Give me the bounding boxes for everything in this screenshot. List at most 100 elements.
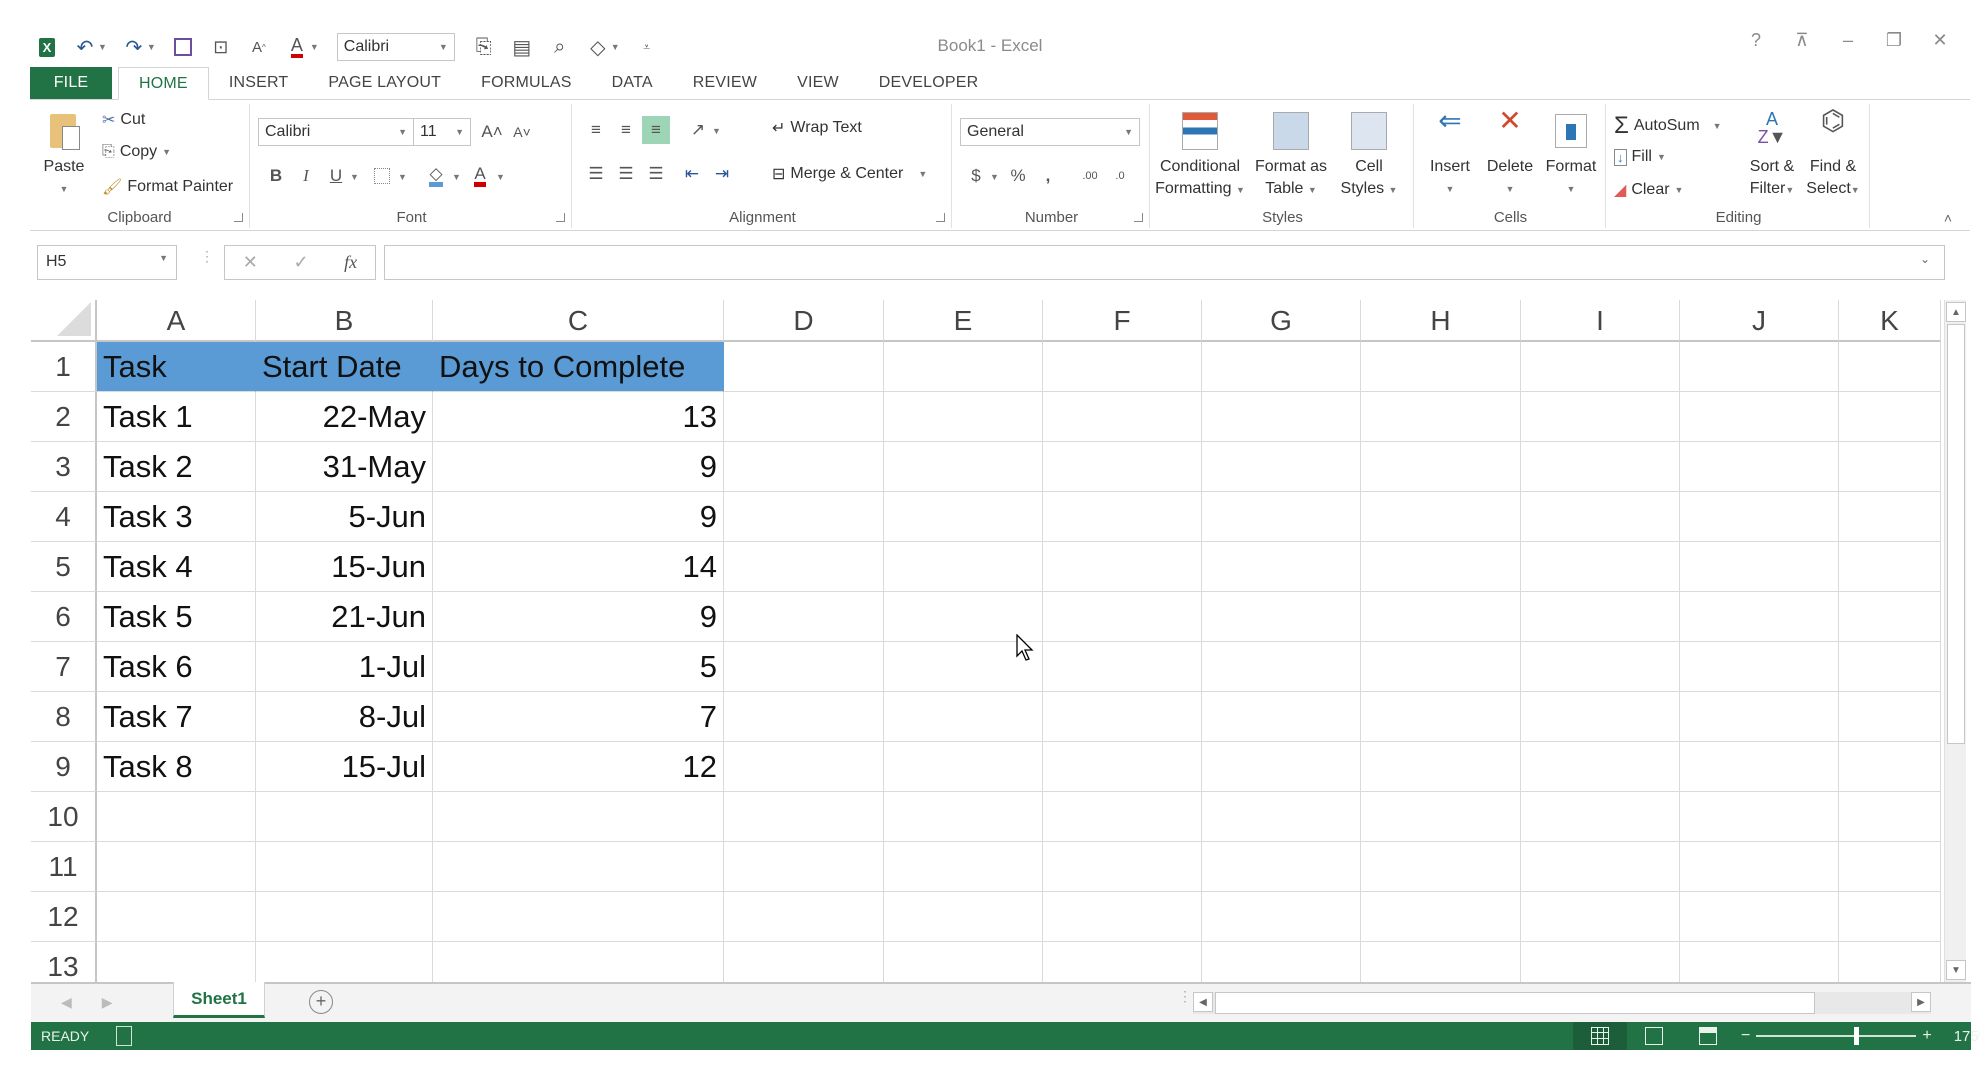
cell-f8[interactable] bbox=[1043, 692, 1202, 742]
cell-g5[interactable] bbox=[1202, 542, 1361, 592]
cell-k4[interactable] bbox=[1839, 492, 1941, 542]
expand-formula-bar-icon[interactable]: ⌄ bbox=[1920, 252, 1930, 266]
cell-e6[interactable] bbox=[884, 592, 1043, 642]
column-header-g[interactable]: G bbox=[1202, 300, 1361, 342]
cell-b10[interactable] bbox=[256, 792, 433, 842]
clipboard-launcher-icon[interactable] bbox=[234, 213, 243, 222]
name-box[interactable]: H5 ▼ bbox=[37, 245, 177, 280]
tab-data[interactable]: DATA bbox=[592, 67, 673, 99]
cell-j3[interactable] bbox=[1680, 442, 1839, 492]
cell-b4[interactable]: 5-Jun bbox=[256, 492, 433, 542]
cell-d12[interactable] bbox=[724, 892, 884, 942]
scroll-right-icon[interactable]: ▶ bbox=[1911, 992, 1931, 1012]
save-icon[interactable] bbox=[166, 32, 200, 62]
cell-g2[interactable] bbox=[1202, 392, 1361, 442]
cell-f3[interactable] bbox=[1043, 442, 1202, 492]
align-center-button[interactable]: ☰ bbox=[612, 160, 640, 188]
undo-icon[interactable]: ↶ bbox=[68, 32, 102, 62]
increase-decimal-button[interactable]: .00 bbox=[1076, 162, 1104, 190]
bold-button[interactable]: B bbox=[262, 162, 290, 190]
cell-h10[interactable] bbox=[1361, 792, 1521, 842]
cell-b1[interactable]: Start Date bbox=[256, 342, 433, 392]
copy-button[interactable]: ⎘ Copy ▼ bbox=[102, 143, 171, 161]
cell-j12[interactable] bbox=[1680, 892, 1839, 942]
row-header-13[interactable]: 13 bbox=[31, 942, 97, 982]
percent-button[interactable]: % bbox=[1004, 162, 1032, 190]
cell-b5[interactable]: 15-Jun bbox=[256, 542, 433, 592]
touch-mode-icon[interactable]: ⊡ bbox=[204, 32, 238, 62]
row-header-3[interactable]: 3 bbox=[31, 442, 97, 492]
column-header-d[interactable]: D bbox=[724, 300, 884, 342]
cancel-icon[interactable]: ✕ bbox=[243, 252, 258, 273]
cell-h9[interactable] bbox=[1361, 742, 1521, 792]
middle-align-button[interactable]: ≡ bbox=[612, 116, 640, 144]
cell-g10[interactable] bbox=[1202, 792, 1361, 842]
normal-view-button[interactable] bbox=[1573, 1022, 1627, 1050]
tab-insert[interactable]: INSERT bbox=[209, 67, 309, 99]
row-header-1[interactable]: 1 bbox=[31, 342, 97, 392]
cell-a9[interactable]: Task 8 bbox=[97, 742, 256, 792]
format-painter-button[interactable]: 🖌 Format Painter bbox=[102, 177, 233, 197]
cell-e11[interactable] bbox=[884, 842, 1043, 892]
cell-k9[interactable] bbox=[1839, 742, 1941, 792]
number-format-select[interactable]: General ▼ bbox=[960, 118, 1140, 146]
cell-f5[interactable] bbox=[1043, 542, 1202, 592]
orientation-dropdown-icon[interactable]: ▼ bbox=[712, 126, 721, 136]
font-color-icon[interactable]: A bbox=[280, 32, 314, 62]
cell-f12[interactable] bbox=[1043, 892, 1202, 942]
cell-j11[interactable] bbox=[1680, 842, 1839, 892]
cell-d10[interactable] bbox=[724, 792, 884, 842]
cell-styles-button[interactable]: Cell Styles ▼ bbox=[1332, 110, 1406, 201]
column-header-j[interactable]: J bbox=[1680, 300, 1839, 342]
cell-d11[interactable] bbox=[724, 842, 884, 892]
merge-dropdown-icon[interactable]: ▼ bbox=[918, 169, 927, 179]
row-header-10[interactable]: 10 bbox=[31, 792, 97, 842]
cell-j9[interactable] bbox=[1680, 742, 1839, 792]
attach-icon[interactable]: ⎘ bbox=[467, 32, 501, 62]
cell-f2[interactable] bbox=[1043, 392, 1202, 442]
clear-dropdown-icon[interactable]: ▼ bbox=[1675, 185, 1684, 195]
cell-h3[interactable] bbox=[1361, 442, 1521, 492]
ribbon-display-icon[interactable]: ⊼ bbox=[1792, 30, 1812, 51]
scroll-down-icon[interactable]: ▼ bbox=[1946, 960, 1966, 980]
increase-font-icon[interactable]: A ^ bbox=[242, 32, 276, 62]
cell-k11[interactable] bbox=[1839, 842, 1941, 892]
cell-i4[interactable] bbox=[1521, 492, 1680, 542]
formula-input[interactable] bbox=[384, 245, 1945, 280]
cell-k5[interactable] bbox=[1839, 542, 1941, 592]
cell-g9[interactable] bbox=[1202, 742, 1361, 792]
cell-a8[interactable]: Task 7 bbox=[97, 692, 256, 742]
decrease-decimal-button[interactable]: .0 bbox=[1106, 162, 1134, 190]
cell-b9[interactable]: 15-Jul bbox=[256, 742, 433, 792]
tab-page-layout[interactable]: PAGE LAYOUT bbox=[308, 67, 461, 99]
cell-a1[interactable]: Task bbox=[97, 342, 256, 392]
tab-formulas[interactable]: FORMULAS bbox=[461, 67, 592, 99]
next-sheet-icon[interactable]: ▶ bbox=[102, 994, 113, 1011]
page-layout-view-button[interactable] bbox=[1627, 1022, 1681, 1050]
cell-j6[interactable] bbox=[1680, 592, 1839, 642]
row-header-6[interactable]: 6 bbox=[31, 592, 97, 642]
cell-a7[interactable]: Task 6 bbox=[97, 642, 256, 692]
cell-g13[interactable] bbox=[1202, 942, 1361, 982]
minimize-icon[interactable]: – bbox=[1838, 30, 1858, 51]
cell-d3[interactable] bbox=[724, 442, 884, 492]
cell-i3[interactable] bbox=[1521, 442, 1680, 492]
column-header-b[interactable]: B bbox=[256, 300, 433, 342]
cell-a13[interactable] bbox=[97, 942, 256, 982]
cell-g1[interactable] bbox=[1202, 342, 1361, 392]
cell-j8[interactable] bbox=[1680, 692, 1839, 742]
fill-button[interactable]: ↓ Fill ▼ bbox=[1614, 148, 1666, 166]
cell-e12[interactable] bbox=[884, 892, 1043, 942]
cell-a5[interactable]: Task 4 bbox=[97, 542, 256, 592]
column-header-f[interactable]: F bbox=[1043, 300, 1202, 342]
cell-b8[interactable]: 8-Jul bbox=[256, 692, 433, 742]
format-cells-button[interactable]: Format ▼ bbox=[1540, 110, 1602, 200]
cell-g3[interactable] bbox=[1202, 442, 1361, 492]
cell-d5[interactable] bbox=[724, 542, 884, 592]
shapes-dropdown-icon[interactable]: ▼ bbox=[611, 42, 620, 52]
cell-h2[interactable] bbox=[1361, 392, 1521, 442]
underline-button[interactable]: U bbox=[322, 162, 350, 190]
underline-dropdown-icon[interactable]: ▼ bbox=[350, 172, 359, 182]
cell-k1[interactable] bbox=[1839, 342, 1941, 392]
cell-k2[interactable] bbox=[1839, 392, 1941, 442]
